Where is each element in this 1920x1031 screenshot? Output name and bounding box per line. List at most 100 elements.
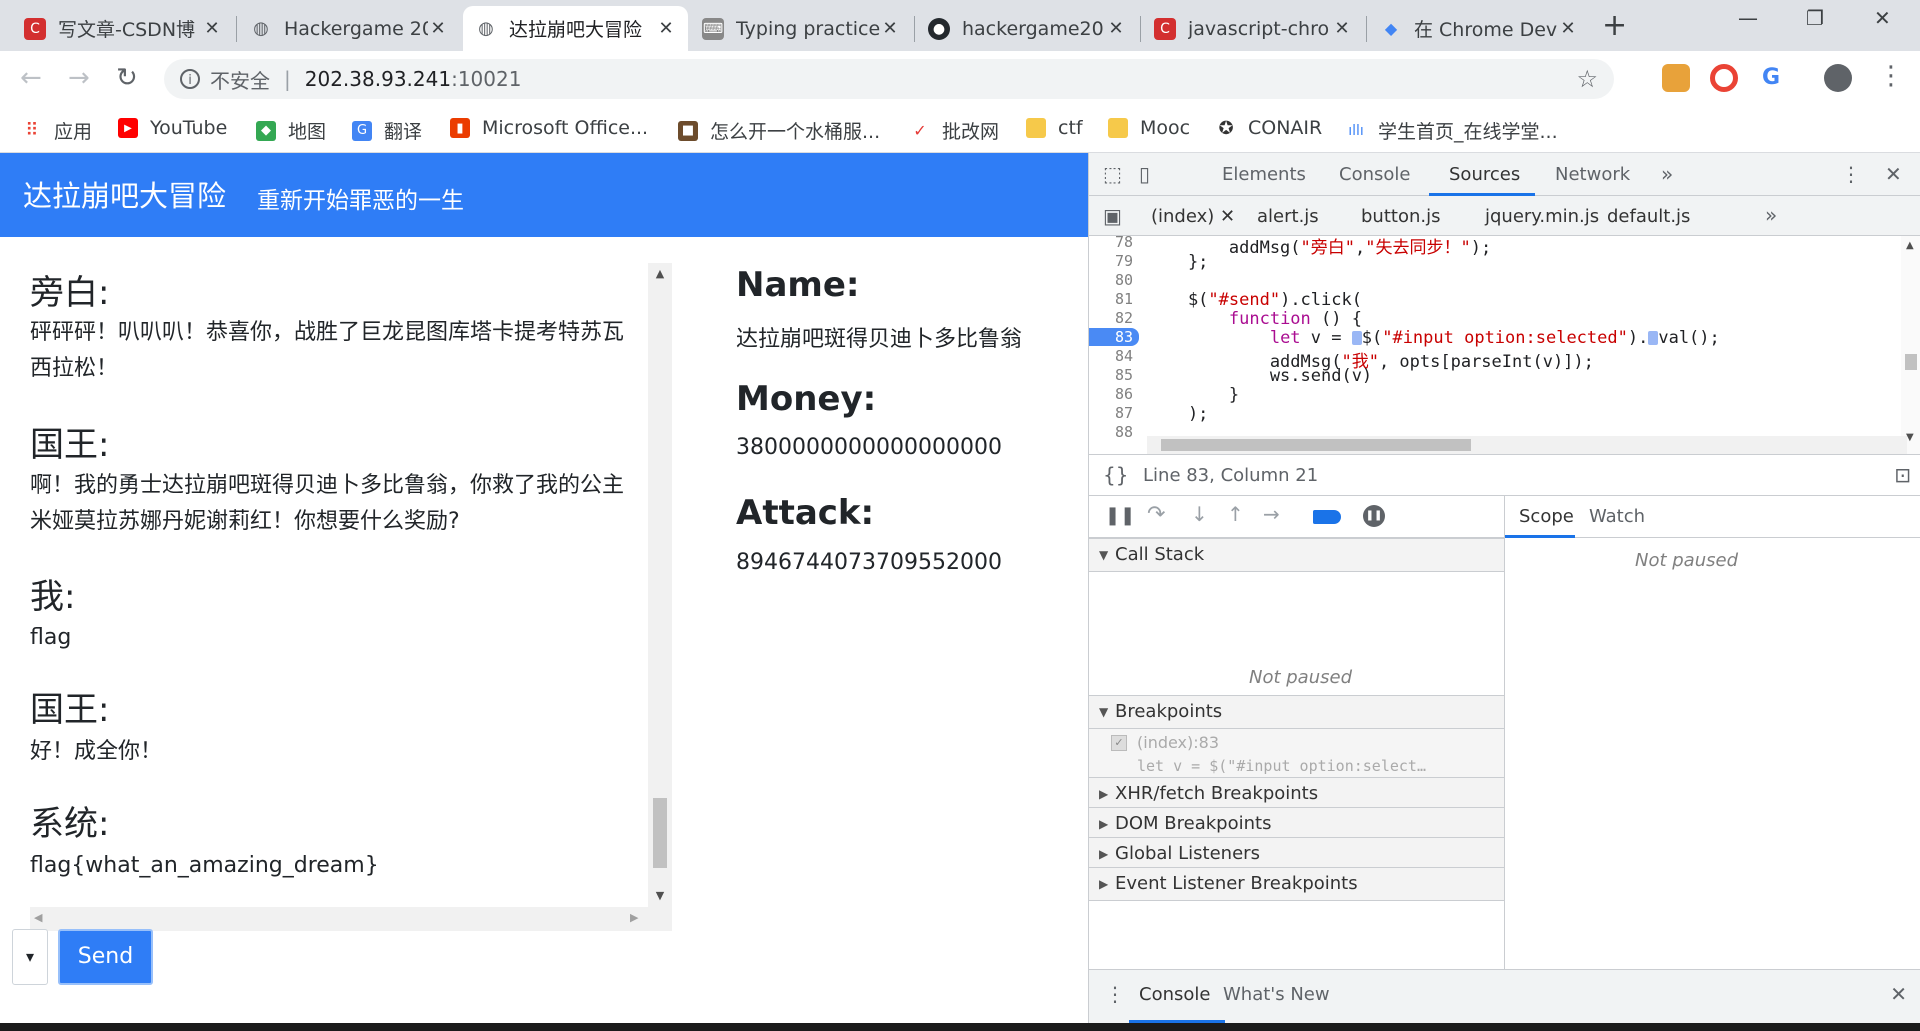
breakpoint-item[interactable]: ✓ (index):83 let v = $("#input option:se… [1089, 729, 1504, 783]
step-icon[interactable]: → [1263, 502, 1280, 526]
global-listeners-section[interactable]: ▶ Global Listeners [1089, 837, 1504, 871]
browser-tab[interactable]: ◍ Hackergame 20 ✕ [238, 6, 460, 51]
file-tab-default[interactable]: default.js [1607, 206, 1690, 227]
file-tab-index[interactable]: (index) ✕ [1151, 206, 1235, 227]
bookmark-office[interactable]: ▮ Microsoft Office... [450, 117, 648, 139]
close-window-icon[interactable]: ✕ [1874, 6, 1891, 30]
scroll-down-icon[interactable]: ▼ [1906, 432, 1914, 443]
close-drawer-icon[interactable]: ✕ [1890, 982, 1907, 1006]
address-bar[interactable]: i 不安全 | 202.38.93.241 :10021 ☆ [164, 59, 1614, 99]
profile-avatar-icon[interactable] [1824, 64, 1852, 92]
file-tab-jquery[interactable]: jquery.min.js [1485, 206, 1599, 227]
browser-tab[interactable]: ◆ 在 Chrome Dev ✕ [1368, 6, 1590, 51]
tab-elements[interactable]: Elements [1222, 164, 1306, 185]
scroll-up-icon[interactable]: ▲ [1906, 240, 1914, 251]
bookmark-translate[interactable]: G 翻译 [352, 117, 422, 144]
maximize-icon[interactable]: ❐ [1806, 6, 1824, 30]
browser-tab[interactable]: C 写文章-CSDN博 ✕ [12, 6, 234, 51]
tab-console[interactable]: Console [1339, 164, 1410, 185]
bookmark-star-icon[interactable]: ☆ [1576, 65, 1598, 93]
option-select[interactable]: ▾ [12, 929, 48, 985]
toggle-debugger-icon[interactable]: ⊡ [1894, 463, 1911, 487]
breakpoints-section[interactable]: ▼ Breakpoints [1089, 695, 1504, 729]
step-over-icon[interactable]: ↷ [1147, 502, 1165, 527]
browser-tab-active[interactable]: ◍ 达拉崩吧大冒险 ✕ [463, 6, 688, 51]
browser-menu-icon[interactable]: ⋮ [1878, 61, 1904, 91]
close-file-icon[interactable]: ✕ [1220, 206, 1235, 227]
devtools-menu-icon[interactable]: ⋮ [1841, 162, 1861, 186]
pause-on-exceptions-icon[interactable]: ❚❚ [1363, 505, 1385, 527]
code-editor[interactable]: 78 addMsg("旁白","失去同步！"); 79 }; 80 81 $("… [1089, 236, 1901, 454]
drawer-tab-console[interactable]: Console [1139, 984, 1210, 1005]
close-devtools-icon[interactable]: ✕ [1885, 162, 1902, 186]
bookmark-mooc[interactable]: Mooc [1108, 117, 1190, 139]
message-log-hscrollbar[interactable]: ◀ ▶ [30, 907, 648, 931]
bookmark-maps[interactable]: ◆ 地图 [256, 117, 326, 144]
tab-network[interactable]: Network [1555, 164, 1630, 185]
bookmark-youtube[interactable]: ▶ YouTube [118, 117, 227, 139]
tab-scope[interactable]: Scope [1519, 506, 1574, 527]
call-stack-section[interactable]: ▼ Call Stack [1089, 538, 1504, 572]
tab-sources[interactable]: Sources [1449, 164, 1520, 185]
xhr-breakpoints-section[interactable]: ▶ XHR/fetch Breakpoints [1089, 777, 1504, 811]
drawer-menu-icon[interactable]: ⋮ [1105, 982, 1125, 1006]
deactivate-breakpoints-icon[interactable] [1313, 510, 1341, 524]
tab-watch[interactable]: Watch [1589, 506, 1645, 527]
dom-breakpoints-section[interactable]: ▶ DOM Breakpoints [1089, 807, 1504, 841]
more-files-icon[interactable]: » [1765, 203, 1777, 227]
scroll-down-icon[interactable]: ▼ [648, 889, 672, 902]
message-log[interactable]: 旁白: 砰砰砰！叭叭叭！恭喜你，战胜了巨龙昆图库塔卡提考特苏瓦西拉松！ 国王: … [0, 263, 672, 931]
bookmark-apps[interactable]: ⠿ 应用 [22, 117, 92, 144]
bookmark-pigai[interactable]: ✓ 批改网 [910, 117, 999, 144]
reload-icon[interactable]: ↻ [116, 63, 138, 93]
info-icon[interactable]: i [180, 69, 200, 89]
pretty-print-icon[interactable]: {} [1103, 463, 1128, 487]
event-listener-breakpoints-section[interactable]: ▶ Event Listener Breakpoints [1089, 867, 1504, 901]
bookmark-conair[interactable]: ✪ CONAIR [1216, 117, 1322, 139]
close-tab-icon[interactable]: ✕ [1106, 18, 1126, 39]
forward-icon[interactable]: → [68, 63, 90, 93]
scroll-right-icon[interactable]: ▶ [630, 911, 638, 924]
browser-tab[interactable]: C javascript-chro ✕ [1142, 6, 1364, 51]
scrollbar-thumb[interactable] [1161, 439, 1471, 451]
bookmark-minecraft[interactable]: ■ 怎么开一个水桶服... [678, 117, 880, 144]
close-tab-icon[interactable]: ✕ [1558, 18, 1578, 39]
close-tab-icon[interactable]: ✕ [202, 18, 222, 39]
extension-shield-icon[interactable] [1662, 64, 1690, 92]
close-tab-icon[interactable]: ✕ [656, 18, 676, 39]
close-tab-icon[interactable]: ✕ [880, 18, 900, 39]
bookmark-ctf[interactable]: ctf [1026, 117, 1083, 139]
extension-g-icon[interactable]: G [1757, 64, 1785, 92]
breakpoint-checkbox[interactable]: ✓ [1111, 735, 1127, 751]
step-out-icon[interactable]: ↑ [1227, 502, 1244, 526]
back-icon[interactable]: ← [20, 63, 42, 93]
browser-tab[interactable]: ● hackergame20 ✕ [916, 6, 1138, 51]
toggle-navigator-icon[interactable]: ▣ [1103, 204, 1122, 228]
code-vscrollbar[interactable]: ▲ ▼ [1901, 236, 1920, 454]
breakpoint-marker[interactable]: 83 [1089, 328, 1139, 346]
page-brand[interactable]: 达拉崩吧大冒险 [23, 173, 226, 215]
scroll-up-icon[interactable]: ▲ [648, 267, 672, 280]
more-tabs-icon[interactable]: » [1661, 162, 1673, 186]
inspect-element-icon[interactable]: ⬚ [1103, 162, 1122, 186]
restart-link[interactable]: 重新开始罪恶的一生 [257, 181, 464, 215]
scrollbar-thumb[interactable] [1905, 354, 1917, 370]
new-tab-icon[interactable]: + [1602, 8, 1627, 43]
scrollbar-thumb[interactable] [653, 798, 667, 868]
message-log-scrollbar[interactable]: ▲ ▼ [648, 263, 672, 931]
code-hscrollbar[interactable] [1147, 436, 1907, 454]
scroll-left-icon[interactable]: ◀ [34, 911, 42, 924]
minimize-icon[interactable]: — [1738, 6, 1758, 30]
bookmark-xuetang[interactable]: ıllı 学生首页_在线学堂... [1346, 117, 1557, 144]
drawer-tab-whats-new[interactable]: What's New [1223, 984, 1330, 1005]
pause-icon[interactable]: ❚❚ [1105, 505, 1135, 526]
close-tab-icon[interactable]: ✕ [1332, 18, 1352, 39]
device-toolbar-icon[interactable]: ▯ [1139, 162, 1150, 186]
extension-ring-icon[interactable] [1710, 64, 1738, 92]
browser-tab[interactable]: ⌨ Typing practice ✕ [690, 6, 912, 51]
file-tab-alert[interactable]: alert.js [1257, 206, 1319, 227]
file-tab-button[interactable]: button.js [1361, 206, 1440, 227]
close-tab-icon[interactable]: ✕ [428, 18, 448, 39]
send-button[interactable]: Send [58, 929, 153, 985]
step-into-icon[interactable]: ↓ [1191, 502, 1208, 526]
